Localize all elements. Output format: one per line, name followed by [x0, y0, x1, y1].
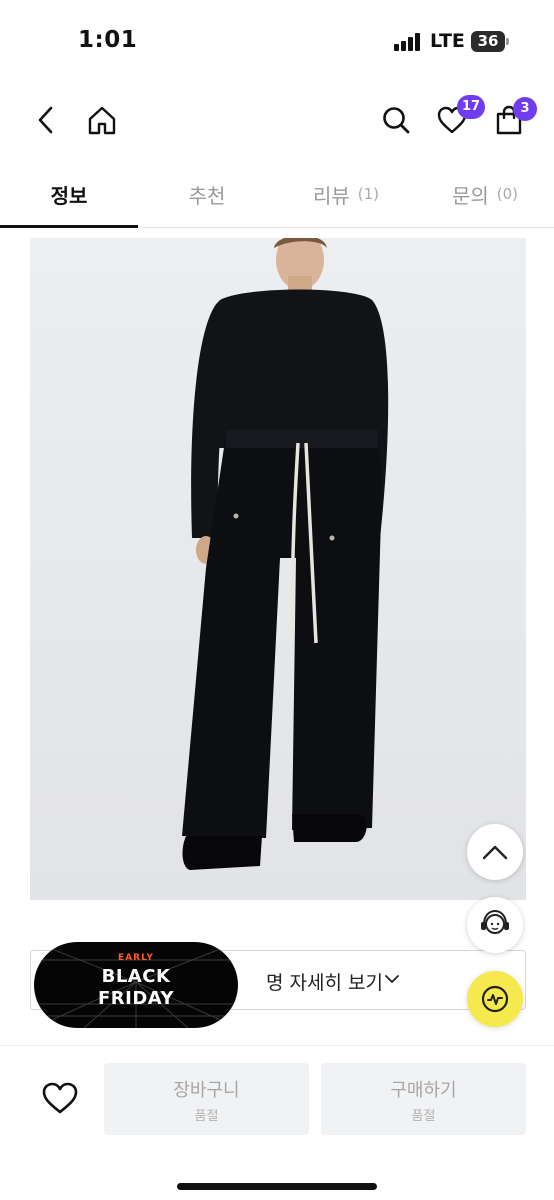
- signal-icon: [394, 33, 422, 51]
- tab-label: 정보: [50, 183, 88, 208]
- tab-count: (0): [496, 185, 519, 203]
- wishlist-count-badge: 17: [457, 95, 486, 119]
- audio-wave-icon: [481, 985, 509, 1013]
- scroll-top-button[interactable]: [467, 824, 523, 880]
- tab-label: 문의: [451, 183, 489, 208]
- cart-count-badge: 3: [513, 97, 537, 121]
- add-to-cart-label: 장바구니: [173, 1080, 240, 1101]
- top-nav: 17 3: [0, 90, 554, 150]
- buy-now-button[interactable]: 구매하기 품절: [321, 1063, 526, 1135]
- search-icon: [383, 107, 410, 134]
- add-to-cart-status: 품절: [194, 1109, 219, 1124]
- heart-outline-icon: [42, 1082, 78, 1114]
- wishlist-toggle-button[interactable]: [36, 1076, 84, 1120]
- customer-support-icon: [481, 909, 509, 934]
- customer-support-button[interactable]: [467, 897, 523, 953]
- tab-label: 추천: [188, 183, 226, 208]
- home-indicator: [177, 1183, 377, 1190]
- product-tabs: 정보 추천 리뷰 (1) 문의 (0): [0, 160, 554, 228]
- product-image[interactable]: [30, 238, 526, 900]
- chevron-left-icon: [38, 106, 53, 134]
- buy-now-label: 구매하기: [390, 1080, 457, 1101]
- add-to-cart-button[interactable]: 장바구니 품절: [104, 1063, 309, 1135]
- tab-info[interactable]: 정보: [0, 160, 138, 228]
- buy-now-status: 품절: [411, 1109, 436, 1124]
- battery-icon: 36: [471, 31, 509, 52]
- chevron-down-icon: [385, 975, 399, 983]
- voice-assistant-button[interactable]: [467, 971, 523, 1027]
- home-button[interactable]: [80, 98, 124, 142]
- view-details-label: 명 자세히 보기: [266, 972, 383, 994]
- promo-line-2: FRIDAY: [97, 988, 175, 1009]
- back-button[interactable]: [24, 98, 68, 142]
- status-bar: 1:01 LTE 36: [0, 0, 554, 80]
- product-photo: [30, 238, 526, 900]
- status-time: 1:01: [78, 27, 138, 53]
- black-friday-banner[interactable]: EARLY BLACK FRIDAY: [34, 942, 238, 1028]
- tab-reviews[interactable]: 리뷰 (1): [277, 160, 415, 228]
- tab-inquiries[interactable]: 문의 (0): [416, 160, 554, 228]
- home-icon: [88, 106, 116, 135]
- network-type: LTE: [430, 30, 465, 52]
- promo-small-text: EARLY: [118, 953, 154, 963]
- tab-recommend[interactable]: 추천: [138, 160, 276, 228]
- tab-label: 리뷰: [312, 183, 350, 208]
- promo-line-1: BLACK: [101, 966, 171, 987]
- active-tab-indicator: [0, 225, 138, 228]
- battery-level: 36: [477, 32, 499, 50]
- bottom-action-bar: 장바구니 품절 구매하기 품절: [0, 1045, 554, 1200]
- search-button[interactable]: [374, 98, 418, 142]
- chevron-up-icon: [482, 845, 508, 860]
- tab-count: (1): [357, 185, 380, 203]
